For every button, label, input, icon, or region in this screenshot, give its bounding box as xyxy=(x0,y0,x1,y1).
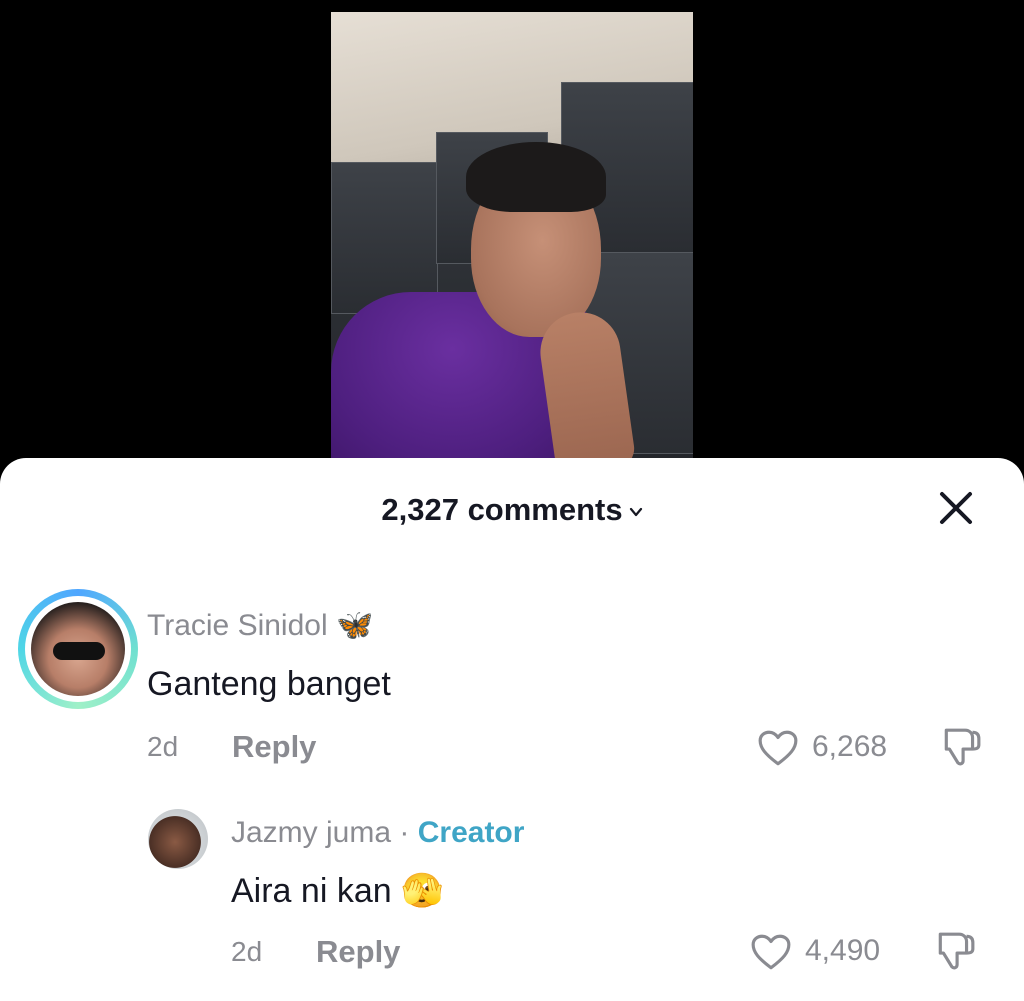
separator-dot: · xyxy=(399,816,410,849)
reply-button[interactable]: Reply xyxy=(316,934,400,970)
creator-badge: Creator xyxy=(417,816,525,849)
reply-text-content: Aira ni kan xyxy=(231,872,392,910)
video-area xyxy=(0,0,1024,470)
reply-username[interactable]: Jazmy juma · Creator xyxy=(231,816,524,850)
dislike-icon[interactable] xyxy=(934,930,976,972)
avatar[interactable] xyxy=(148,809,208,869)
like-count: 4,490 xyxy=(805,934,881,967)
comments-sheet: 2,327 comments Tracie Sinidol 🦋 Ganteng … xyxy=(0,458,1024,1001)
reply-item: Jazmy juma · Creator Aira ni kan 🫣 2d Re… xyxy=(0,458,1024,1001)
peeking-face-emoji: 🫣 xyxy=(401,871,444,911)
username-text: Jazmy juma xyxy=(231,816,392,849)
reply-text: Aira ni kan 🫣 xyxy=(231,871,443,911)
heart-icon[interactable] xyxy=(750,933,792,971)
video-player[interactable] xyxy=(331,12,693,470)
reply-age: 2d xyxy=(231,936,263,967)
video-person-hair xyxy=(466,142,606,212)
